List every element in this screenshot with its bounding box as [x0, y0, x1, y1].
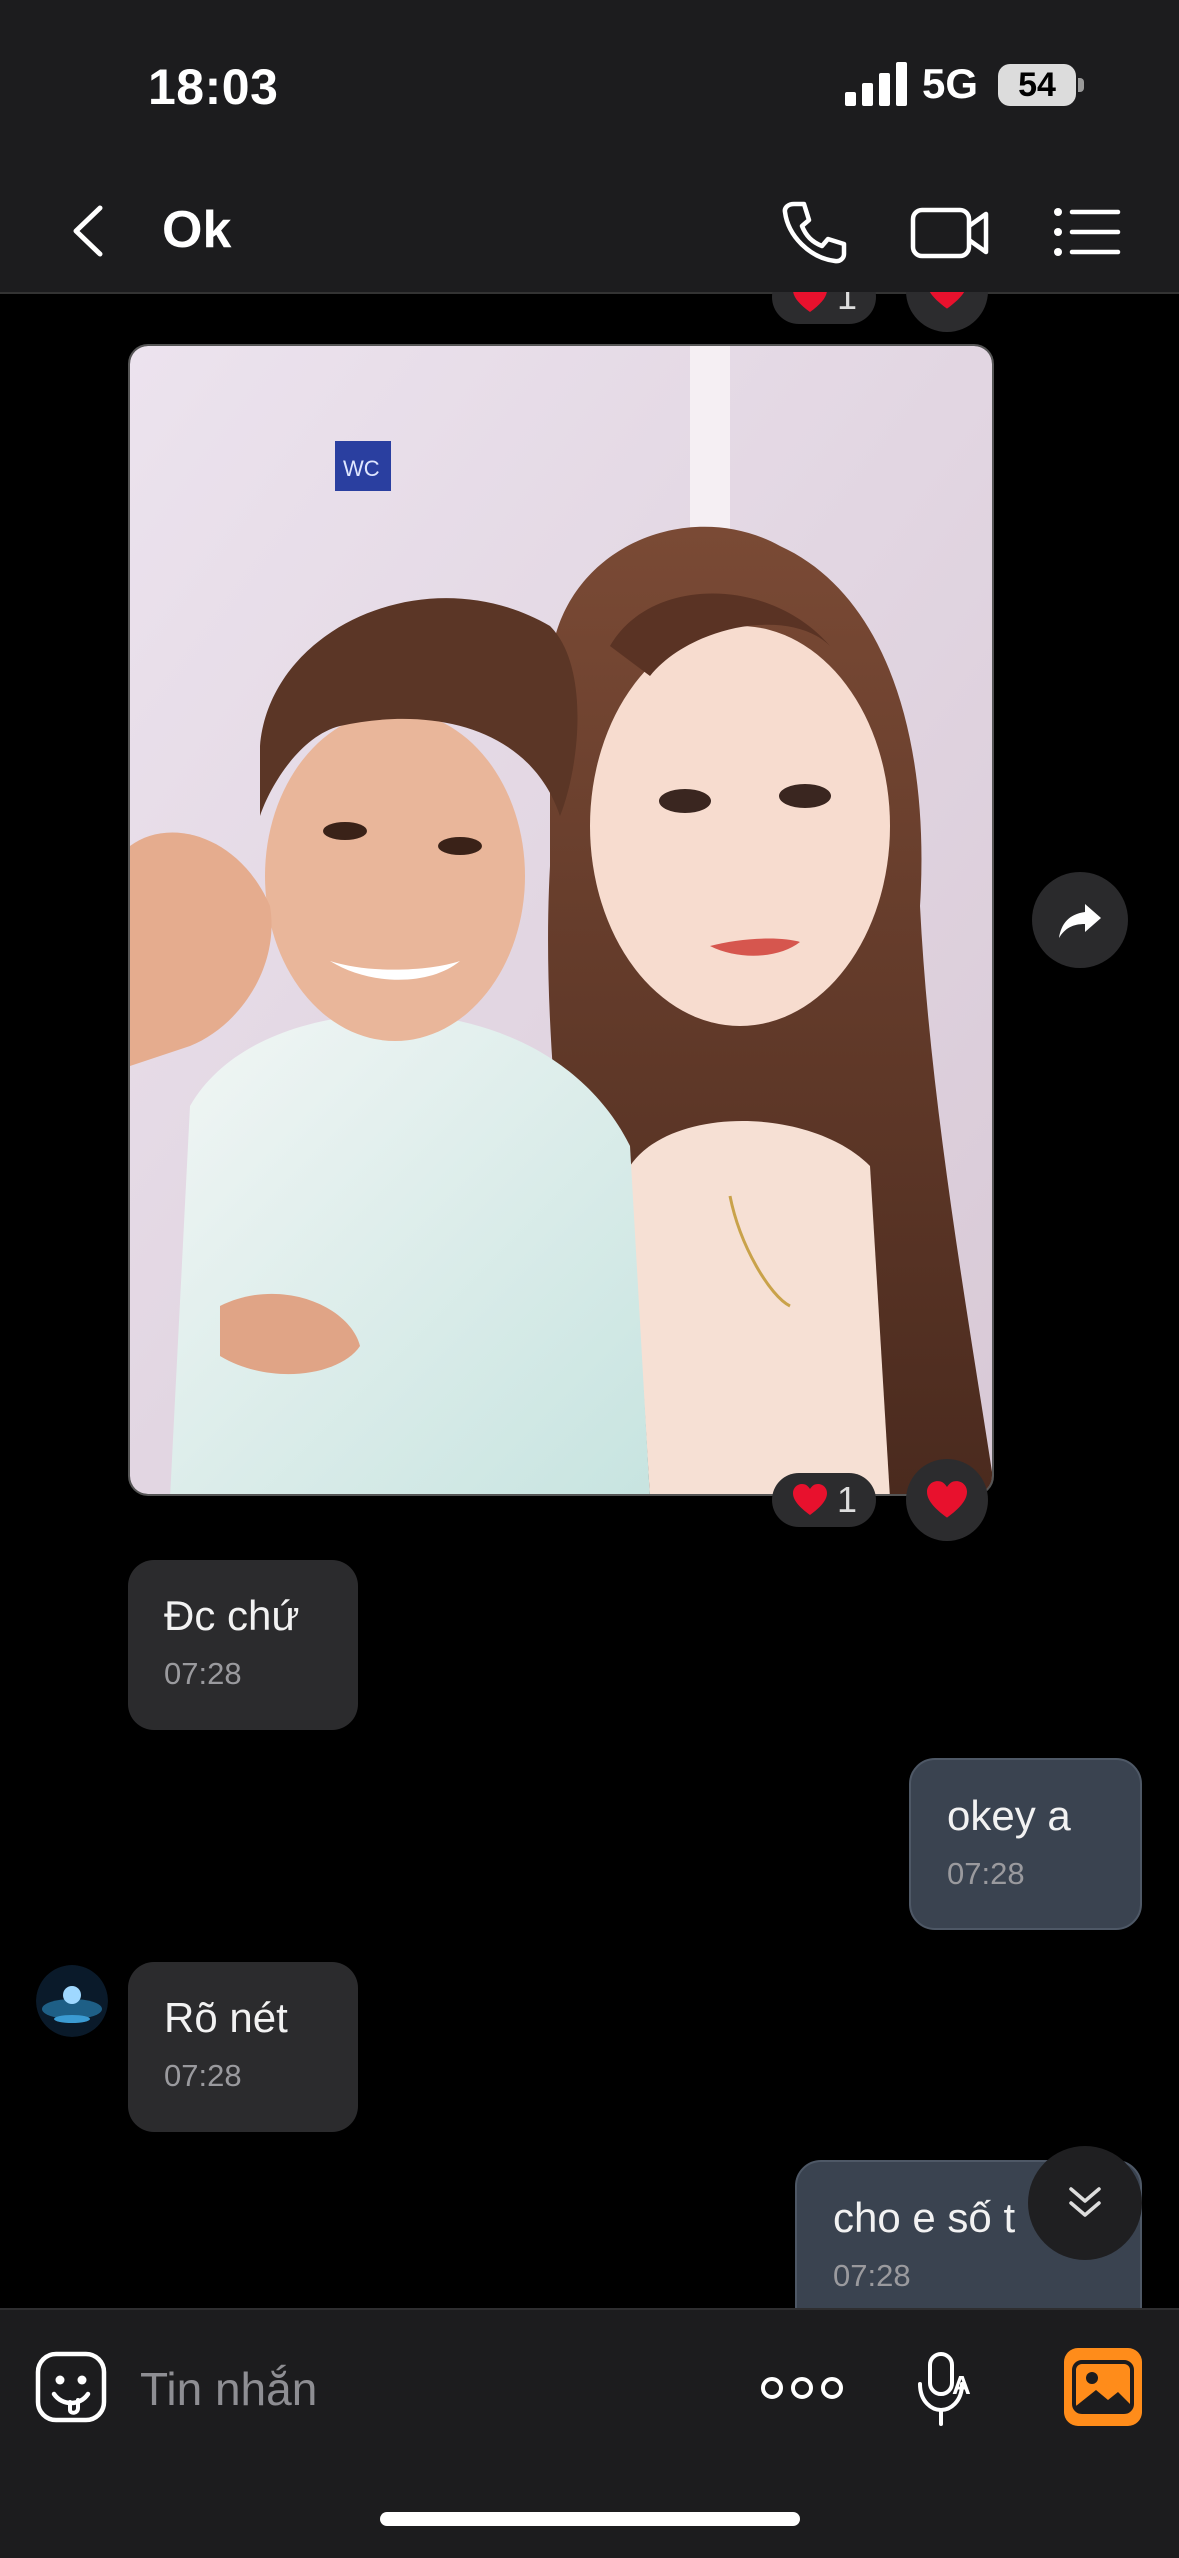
heart-icon — [927, 1481, 967, 1518]
heart-react-button[interactable] — [906, 1459, 988, 1541]
chat-header: Ok — [0, 170, 1179, 294]
svg-text:WC: WC — [343, 456, 380, 481]
previous-reaction-count: 1 — [836, 292, 858, 317]
photo-message[interactable]: WC — [128, 344, 994, 1496]
message-time: 07:28 — [833, 2258, 911, 2293]
chevron-left-icon[interactable] — [60, 196, 120, 266]
status-bar: 18:03 5G 54 — [0, 0, 1179, 170]
contact-avatar[interactable] — [36, 1965, 108, 2037]
list-icon[interactable] — [1050, 194, 1124, 270]
video-icon[interactable] — [908, 194, 992, 270]
network-type: 5G — [922, 60, 979, 107]
message-text: okey a — [947, 1792, 1071, 1839]
message-input[interactable] — [140, 2354, 700, 2424]
more-options-icon[interactable] — [760, 2366, 844, 2410]
signal-icon — [845, 62, 907, 106]
message-bubble-incoming[interactable]: Rõ nét 07:28 — [128, 1962, 358, 2132]
message-bubble-incoming[interactable]: Đc chứ 07:28 — [128, 1560, 358, 1730]
image-gallery-icon — [1072, 2360, 1134, 2414]
voice-to-text-mic-icon[interactable]: A — [914, 2348, 976, 2428]
heart-icon — [929, 292, 965, 309]
phone-icon[interactable] — [772, 194, 852, 270]
scroll-to-bottom-button[interactable] — [1028, 2146, 1142, 2260]
message-time: 07:28 — [164, 2058, 242, 2093]
battery-indicator: 54 — [998, 64, 1076, 106]
message-bubble-outgoing[interactable]: okey a 07:28 — [909, 1758, 1142, 1930]
photo-reaction-count: 1 — [836, 1479, 858, 1520]
double-chevron-down-icon — [1069, 2187, 1101, 2217]
sticker-emoji-icon[interactable] — [34, 2350, 108, 2424]
photo-reaction-pill[interactable]: 1 — [772, 1473, 876, 1527]
message-text: Rõ nét — [164, 1994, 288, 2041]
message-text: Đc chứ — [164, 1592, 300, 1639]
chat-title[interactable]: Ok — [162, 200, 231, 260]
previous-heart-button[interactable] — [906, 292, 988, 332]
share-button[interactable] — [1032, 872, 1128, 968]
avatar-image — [36, 1965, 108, 2037]
battery-nub — [1078, 78, 1084, 92]
previous-reaction-pill[interactable]: 1 — [772, 292, 876, 324]
message-time: 07:28 — [947, 1856, 1025, 1891]
home-indicator — [380, 2512, 800, 2526]
gallery-button[interactable] — [1064, 2348, 1142, 2426]
status-time: 18:03 — [148, 59, 279, 115]
message-list[interactable]: 1 WC 1 Đc chứ 07:28 okey a 07:28 Rõ nét … — [0, 292, 1179, 2308]
couple-selfie-image: WC — [130, 346, 992, 1494]
heart-icon — [792, 1484, 827, 1515]
heart-icon — [793, 292, 827, 312]
message-time: 07:28 — [164, 1656, 242, 1691]
share-arrow-icon — [1059, 904, 1101, 938]
svg-text:A: A — [952, 2370, 971, 2400]
